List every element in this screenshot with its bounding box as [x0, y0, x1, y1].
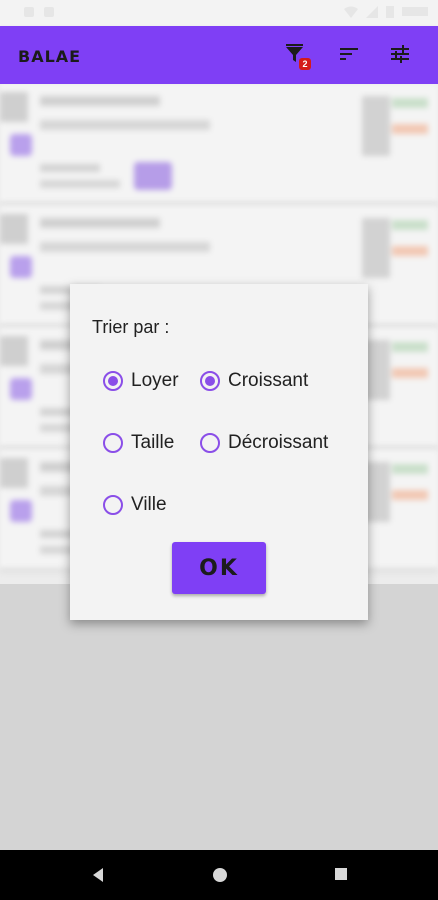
ok-button[interactable]: OK: [172, 542, 266, 594]
radio-label: Décroissant: [228, 432, 329, 453]
back-icon[interactable]: [91, 867, 105, 883]
status-bar: [0, 0, 438, 26]
radio-button[interactable]: [103, 495, 123, 515]
radio-button-checked[interactable]: [200, 371, 220, 391]
list-item[interactable]: [0, 84, 438, 206]
sort-dialog: Trier par : Loyer Taille Ville Croissant…: [70, 284, 368, 620]
clock: [402, 7, 428, 16]
home-icon[interactable]: [212, 867, 228, 883]
app-bar: BALAE 2: [0, 26, 438, 84]
dialog-title: Trier par :: [92, 317, 170, 337]
radio-button[interactable]: [200, 433, 220, 453]
signal-icon: [366, 5, 378, 18]
notification-icon: [24, 7, 34, 17]
radio-taille[interactable]: Taille: [103, 432, 174, 454]
app-title: BALAE: [18, 47, 82, 66]
recents-icon[interactable]: [334, 867, 348, 881]
radio-button-checked[interactable]: [103, 371, 123, 391]
radio-croissant[interactable]: Croissant: [200, 370, 308, 392]
radio-button[interactable]: [103, 433, 123, 453]
filter-count-badge: 2: [299, 58, 311, 70]
radio-label: Ville: [131, 494, 167, 515]
radio-label: Croissant: [228, 370, 309, 391]
radio-label: Taille: [131, 432, 175, 453]
tune-icon[interactable]: [388, 42, 414, 68]
notification-icon: [44, 7, 54, 17]
wifi-icon: [344, 6, 358, 18]
battery-icon: [386, 6, 394, 18]
radio-loyer[interactable]: Loyer: [103, 370, 179, 392]
filter-icon[interactable]: 2: [283, 42, 311, 70]
radio-label: Loyer: [131, 370, 179, 391]
radio-ville[interactable]: Ville: [103, 494, 167, 516]
sort-icon[interactable]: [337, 42, 363, 68]
system-nav-bar: [0, 850, 438, 900]
radio-decroissant[interactable]: Décroissant: [200, 432, 328, 454]
